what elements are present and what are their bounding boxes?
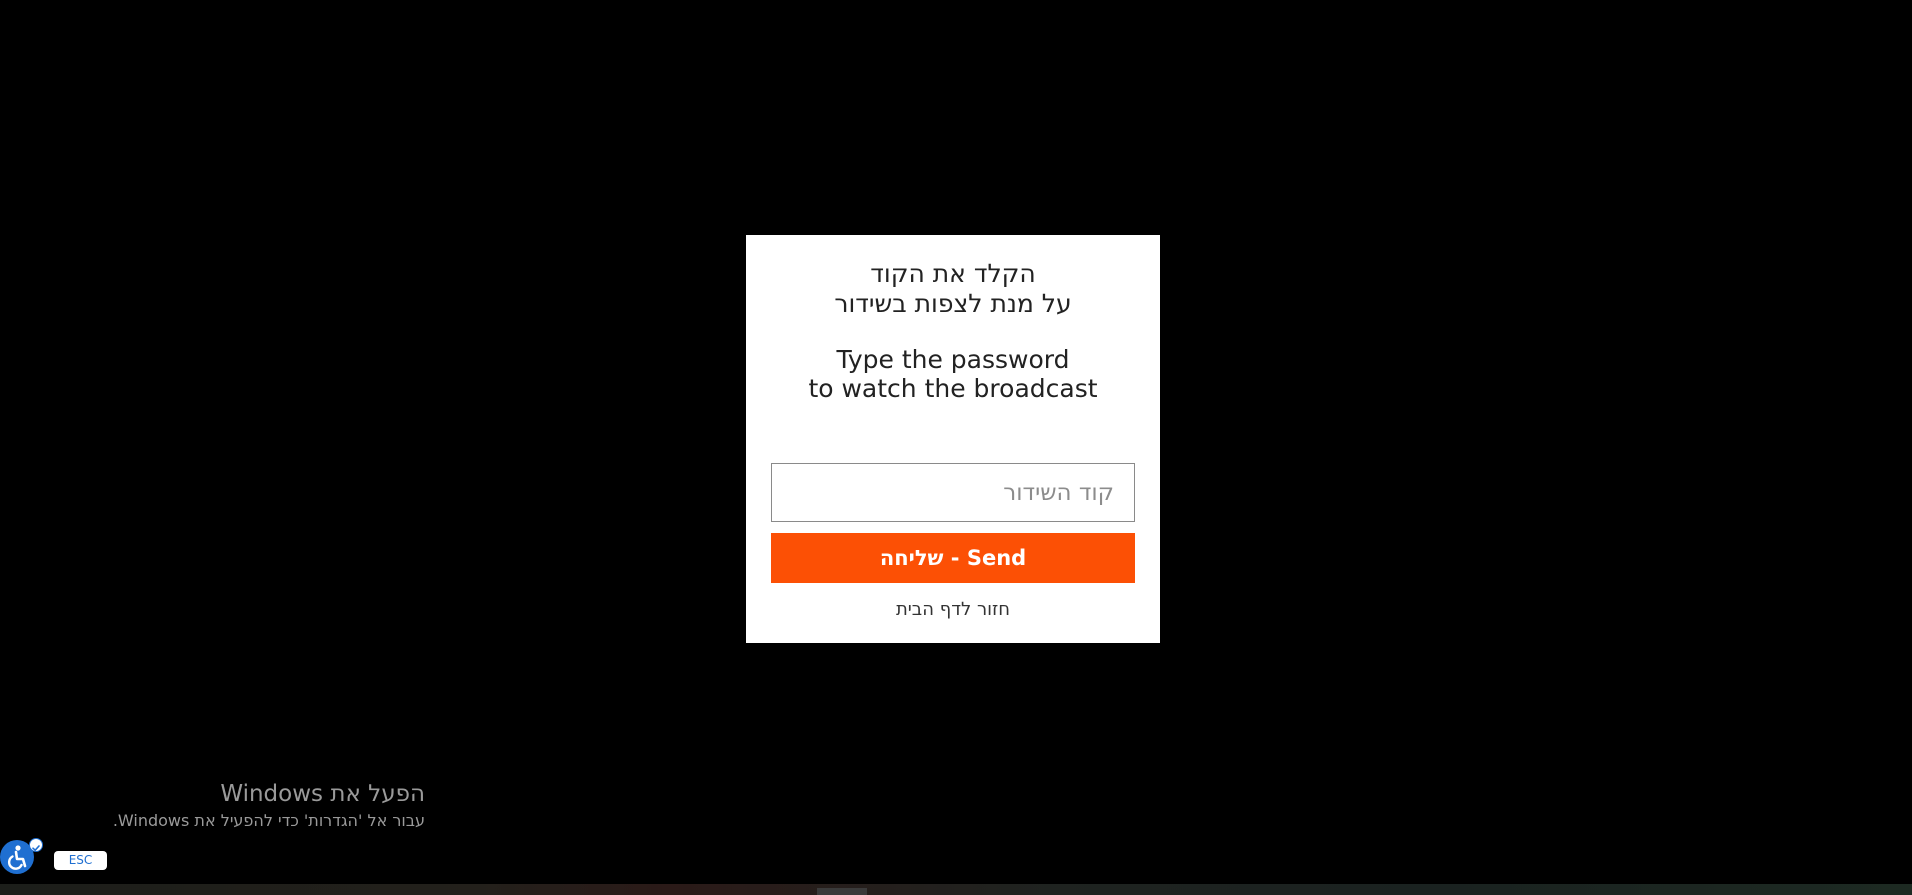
heading-he-line-1: הקלד את הקוד — [870, 259, 1036, 288]
checkmark-icon — [29, 838, 43, 852]
esc-button[interactable]: ESC — [54, 851, 107, 870]
back-to-home-link[interactable]: חזור לדף הבית — [896, 599, 1010, 620]
heading-en-line-1: Type the password — [836, 345, 1070, 374]
modal-heading-english: Type the password to watch the broadcast — [771, 345, 1135, 403]
screen: הקלד את הקוד על מנת לצפות בשידור Type th… — [0, 0, 1912, 895]
heading-he-line-2: על מנת לצפות בשידור — [834, 289, 1072, 318]
activation-subtitle: עבור אל 'הגדרות' כדי להפעיל את Windows. — [112, 811, 425, 830]
taskbar-item[interactable] — [817, 888, 867, 895]
modal-heading-hebrew: הקלד את הקוד על מנת לצפות בשידור — [771, 259, 1135, 319]
windows-activation-watermark: הפעל את Windows עבור אל 'הגדרות' כדי להפ… — [113, 780, 425, 832]
send-button[interactable]: שליחה - Send — [771, 533, 1135, 583]
password-modal: הקלד את הקוד על מנת לצפות בשידור Type th… — [746, 235, 1160, 643]
heading-en-line-2: to watch the broadcast — [808, 374, 1098, 403]
broadcast-code-input[interactable] — [771, 463, 1135, 522]
activation-title: הפעל את Windows — [220, 781, 425, 807]
taskbar-strip — [0, 884, 1912, 895]
